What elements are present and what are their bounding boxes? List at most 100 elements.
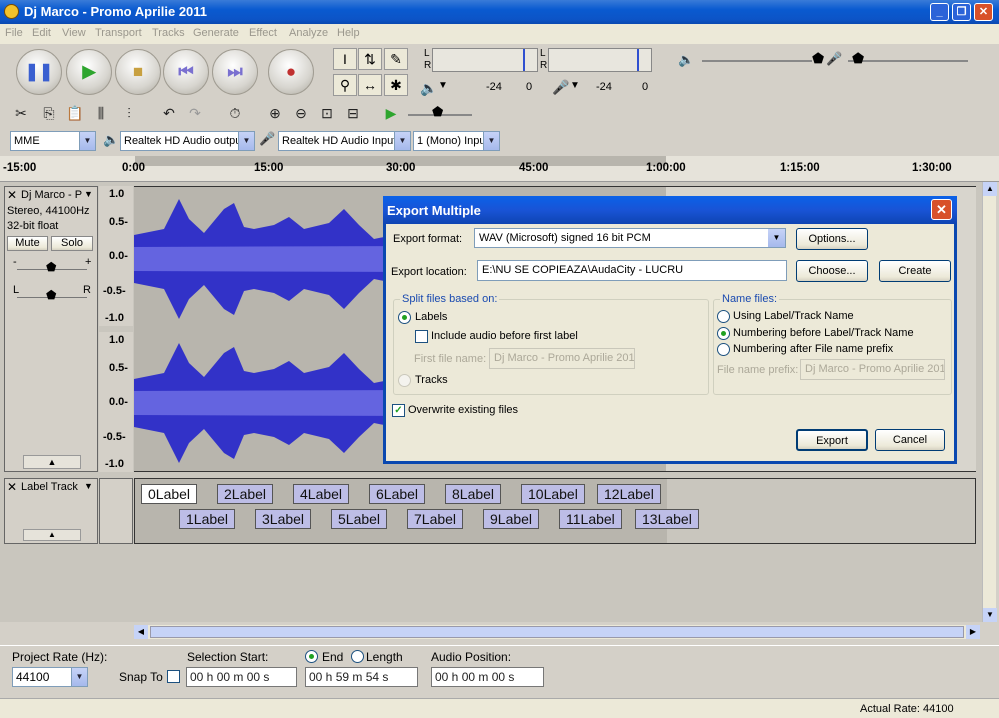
input-device-select[interactable]: Realtek HD Audio Input ▼ xyxy=(278,131,411,151)
input-channels-select[interactable]: 1 (Mono) Inpu ▼ xyxy=(413,131,500,151)
host-select[interactable]: MME ▼ xyxy=(10,131,96,151)
project-rate-select[interactable]: 44100 ▼ xyxy=(12,667,88,687)
skip-start-button[interactable]: ⏮ xyxy=(163,49,209,95)
export-button[interactable]: Export xyxy=(796,429,868,451)
options-button[interactable]: Options... xyxy=(796,228,868,250)
label-track-name[interactable]: Label Track xyxy=(21,481,78,493)
label-10[interactable]: 10Label xyxy=(521,484,585,504)
selection-start-field[interactable]: 00 h 00 m 00 s xyxy=(186,667,297,687)
label-6[interactable]: 6Label xyxy=(369,484,426,504)
menu-analyze[interactable]: Analyze xyxy=(289,27,328,39)
menu-tracks[interactable]: Tracks xyxy=(152,27,185,39)
multi-tool-icon[interactable]: ✱ xyxy=(384,74,408,96)
label-8[interactable]: 8Label xyxy=(445,484,502,504)
end-radio[interactable] xyxy=(305,650,318,663)
gain-slider[interactable]: ⬟ xyxy=(46,260,56,274)
menu-effect[interactable]: Effect xyxy=(249,27,277,39)
length-radio[interactable] xyxy=(351,650,364,663)
cut-icon[interactable]: ✂ xyxy=(10,102,32,124)
menu-edit[interactable]: Edit xyxy=(32,27,51,39)
cancel-button[interactable]: Cancel xyxy=(875,429,945,451)
name-numbering-after-radio[interactable] xyxy=(717,343,730,356)
export-format-select[interactable]: WAV (Microsoft) signed 16 bit PCM ▼ xyxy=(474,228,786,248)
stop-button[interactable]: ■ xyxy=(115,49,161,95)
label-1[interactable]: 1Label xyxy=(179,509,236,529)
label-track-menu-icon[interactable]: ▼ xyxy=(84,481,93,491)
label-13[interactable]: 13Label xyxy=(635,509,699,529)
label-track-area[interactable]: 0Label 2Label 4Label 6Label 8Label 10Lab… xyxy=(134,478,976,544)
choose-button[interactable]: Choose... xyxy=(796,260,868,282)
snap-to-checkbox[interactable] xyxy=(167,670,180,683)
label-12[interactable]: 12Label xyxy=(597,484,661,504)
scroll-right-icon[interactable]: ▶ xyxy=(966,625,980,639)
label-2[interactable]: 2Label xyxy=(217,484,274,504)
maximize-button[interactable]: ❐ xyxy=(952,3,971,21)
first-file-name-input[interactable]: Dj Marco - Promo Aprilie 2011 xyxy=(489,348,635,369)
create-button[interactable]: Create xyxy=(879,260,951,282)
label-track-close-icon[interactable]: ✕ xyxy=(7,480,17,494)
dialog-close-icon[interactable]: ✕ xyxy=(931,199,952,220)
collapse-track-icon[interactable]: ▲ xyxy=(23,455,81,469)
scroll-down-icon[interactable]: ▼ xyxy=(983,608,997,622)
scroll-left-icon[interactable]: ◀ xyxy=(134,625,148,639)
audio-position-field[interactable]: 00 h 00 m 00 s xyxy=(431,667,544,687)
export-location-input[interactable]: E:\NU SE COPIEAZA\AudaCity - LUCRU xyxy=(477,260,787,281)
name-using-label-radio[interactable] xyxy=(717,310,730,323)
solo-button[interactable]: Solo xyxy=(51,236,93,251)
envelope-tool-icon[interactable]: ⇅ xyxy=(358,48,382,70)
zoom-in-icon[interactable]: ⊕ xyxy=(264,102,286,124)
split-tracks-radio[interactable] xyxy=(398,374,411,387)
label-0[interactable]: 0Label xyxy=(141,484,198,504)
label-7[interactable]: 7Label xyxy=(407,509,464,529)
sync-lock-icon[interactable]: ⏱ xyxy=(224,102,246,124)
play-button[interactable]: ▶ xyxy=(66,49,112,95)
track-close-icon[interactable]: ✕ xyxy=(7,188,17,202)
zoom-out-icon[interactable]: ⊖ xyxy=(290,102,312,124)
scroll-thumb[interactable] xyxy=(150,626,964,638)
undo-icon[interactable]: ↶ xyxy=(158,102,180,124)
scroll-up-icon[interactable]: ▲ xyxy=(983,182,997,196)
pause-button[interactable]: ❚❚ xyxy=(16,49,62,95)
selection-tool-icon[interactable]: I xyxy=(333,48,357,70)
playback-meter[interactable] xyxy=(432,48,538,72)
output-device-select[interactable]: Realtek HD Audio outpu ▼ xyxy=(120,131,255,151)
split-labels-radio[interactable] xyxy=(398,311,411,324)
record-button[interactable]: ● xyxy=(268,49,314,95)
label-9[interactable]: 9Label xyxy=(483,509,540,529)
fit-project-icon[interactable]: ⊟ xyxy=(342,102,364,124)
vertical-scrollbar[interactable]: ▲ ▼ xyxy=(982,182,997,622)
timeshift-tool-icon[interactable]: ↔ xyxy=(358,74,382,96)
audio-track-header[interactable]: ✕ Dj Marco - P ▼ Stereo, 44100Hz 32-bit … xyxy=(4,186,98,472)
meter-dropdown-icon[interactable]: ▼ xyxy=(438,80,448,91)
menu-generate[interactable]: Generate xyxy=(193,27,239,39)
overwrite-checkbox[interactable]: ✓ xyxy=(392,404,405,417)
speed-slider[interactable]: ⬟ xyxy=(432,104,443,120)
play-at-speed-icon[interactable]: ▶ xyxy=(380,102,402,124)
mic-dropdown-icon[interactable]: ▼ xyxy=(570,80,580,91)
fit-selection-icon[interactable]: ⊡ xyxy=(316,102,338,124)
input-volume-slider[interactable]: ⬟ xyxy=(852,50,864,67)
include-audio-checkbox[interactable] xyxy=(415,330,428,343)
redo-icon[interactable]: ↷ xyxy=(184,102,206,124)
menu-help[interactable]: Help xyxy=(337,27,360,39)
record-meter[interactable] xyxy=(548,48,652,72)
track-menu-icon[interactable]: ▼ xyxy=(84,189,93,199)
copy-icon[interactable]: ⎘ xyxy=(38,102,60,124)
label-track-header[interactable]: ✕ Label Track ▼ ▲ xyxy=(4,478,98,544)
name-numbering-before-radio[interactable] xyxy=(717,327,730,340)
draw-tool-icon[interactable]: ✎ xyxy=(384,48,408,70)
minimize-button[interactable]: _ xyxy=(930,3,949,21)
close-window-button[interactable]: ✕ xyxy=(974,3,993,21)
selection-end-field[interactable]: 00 h 59 m 54 s xyxy=(305,667,418,687)
paste-icon[interactable]: 📋 xyxy=(64,102,86,124)
collapse-label-track-icon[interactable]: ▲ xyxy=(23,529,81,541)
timeline-ruler[interactable]: -15:00 0:00 15:00 30:00 45:00 1:00:00 1:… xyxy=(0,156,999,182)
skip-end-button[interactable]: ⏭ xyxy=(212,49,258,95)
label-3[interactable]: 3Label xyxy=(255,509,312,529)
file-name-prefix-input[interactable]: Dj Marco - Promo Aprilie 2011 xyxy=(800,359,945,380)
menu-view[interactable]: View xyxy=(62,27,86,39)
pan-slider[interactable]: ⬟ xyxy=(46,288,56,302)
output-volume-slider[interactable]: ⬟ xyxy=(812,50,824,67)
label-4[interactable]: 4Label xyxy=(293,484,350,504)
horizontal-scrollbar[interactable]: ◀ ▶ xyxy=(134,625,980,639)
